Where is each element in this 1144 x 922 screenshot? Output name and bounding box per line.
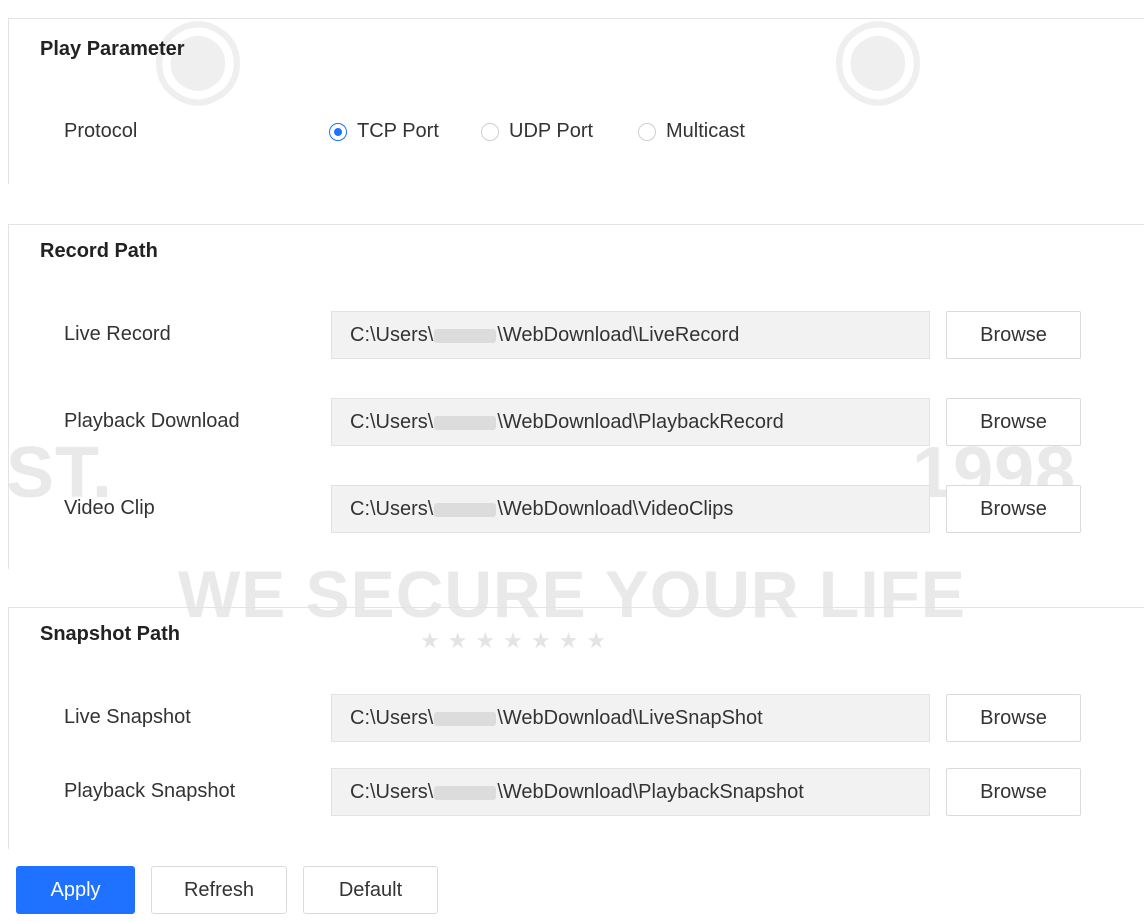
- redacted-username: [434, 711, 497, 726]
- redacted-username: [434, 785, 497, 800]
- live-snapshot-browse-button[interactable]: Browse: [946, 694, 1081, 742]
- path-prefix: C:\Users\: [350, 324, 434, 346]
- playback-snapshot-browse-button[interactable]: Browse: [946, 768, 1081, 816]
- path-suffix: \WebDownload\LiveSnapShot: [497, 707, 763, 729]
- radio-checked-icon: [329, 122, 347, 141]
- path-suffix: \WebDownload\PlaybackSnapshot: [497, 781, 804, 803]
- live-snapshot-path-field[interactable]: C:\Users\ \WebDownload\LiveSnapShot: [331, 694, 930, 742]
- refresh-button[interactable]: Refresh: [151, 866, 287, 914]
- playback-snapshot-label: Playback Snapshot: [64, 780, 236, 802]
- radio-udp-port[interactable]: UDP Port: [481, 120, 593, 143]
- redacted-username: [434, 502, 497, 517]
- radio-label-multicast: Multicast: [666, 120, 745, 142]
- redacted-username: [434, 415, 497, 430]
- path-prefix: C:\Users\: [350, 411, 434, 433]
- default-button[interactable]: Default: [303, 866, 438, 914]
- video-clip-path-field[interactable]: C:\Users\ \WebDownload\VideoClips: [331, 485, 930, 533]
- video-clip-browse-button[interactable]: Browse: [946, 485, 1081, 533]
- radio-unchecked-icon: [481, 122, 499, 141]
- playback-download-path-field[interactable]: C:\Users\ \WebDownload\PlaybackRecord: [331, 398, 930, 446]
- playback-download-label: Playback Download: [64, 410, 240, 432]
- record-path-title: Record Path: [40, 240, 158, 262]
- live-record-label: Live Record: [64, 323, 171, 345]
- path-prefix: C:\Users\: [350, 781, 434, 803]
- live-snapshot-label: Live Snapshot: [64, 706, 191, 728]
- apply-button[interactable]: Apply: [16, 866, 135, 914]
- radio-tcp-port[interactable]: TCP Port: [329, 120, 439, 143]
- protocol-label: Protocol: [64, 120, 138, 142]
- video-clip-label: Video Clip: [64, 497, 155, 519]
- path-prefix: C:\Users\: [350, 707, 434, 729]
- radio-label-udp: UDP Port: [509, 120, 594, 142]
- playback-snapshot-path-field[interactable]: C:\Users\ \WebDownload\PlaybackSnapshot: [331, 768, 930, 816]
- radio-label-tcp: TCP Port: [357, 120, 439, 142]
- playback-download-browse-button[interactable]: Browse: [946, 398, 1081, 446]
- live-record-path-field[interactable]: C:\Users\ \WebDownload\LiveRecord: [331, 311, 930, 359]
- snapshot-path-title: Snapshot Path: [40, 623, 181, 645]
- path-suffix: \WebDownload\VideoClips: [497, 498, 734, 520]
- radio-unchecked-icon: [638, 122, 656, 141]
- path-suffix: \WebDownload\PlaybackRecord: [497, 411, 784, 433]
- live-record-browse-button[interactable]: Browse: [946, 311, 1081, 359]
- path-suffix: \WebDownload\LiveRecord: [497, 324, 740, 346]
- path-prefix: C:\Users\: [350, 498, 434, 520]
- play-parameter-title: Play Parameter: [40, 38, 185, 60]
- redacted-username: [434, 328, 497, 343]
- radio-multicast[interactable]: Multicast: [638, 120, 745, 143]
